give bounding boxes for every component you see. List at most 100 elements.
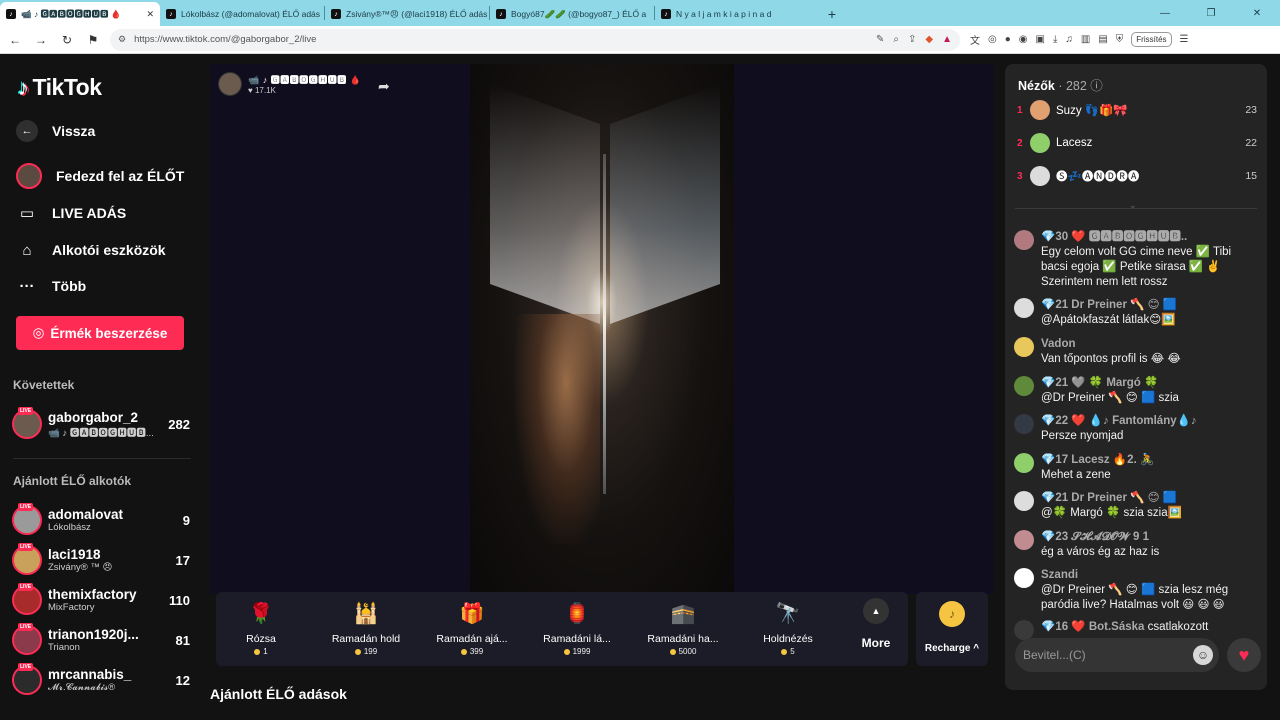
avatar[interactable]	[1014, 453, 1034, 473]
host-info[interactable]: 📹 ♪ 🅶🅰🅱🅾🅶🅷🆄🅱 🩸 ♥ 17.1K	[218, 72, 361, 96]
creator-name: gaborgabor_2	[48, 409, 139, 425]
chat-input[interactable]: Bevitel...(C) ☺	[1015, 638, 1219, 672]
chat-username[interactable]: 💎21 Dr Preiner 🪓 😊 🟦	[1041, 491, 1250, 506]
recommended-creator[interactable]: LIVE mrcannabis_ 𝓜𝓻.𝓒𝓪𝓷𝓷𝓪𝓫𝓲𝓼® 12	[12, 663, 190, 696]
avatar[interactable]	[1014, 568, 1034, 588]
avatar[interactable]	[1014, 230, 1034, 250]
rewards-icon[interactable]: ▲	[942, 34, 952, 45]
chat-username[interactable]: 💎16 ❤️ Bot.Sáska	[1041, 621, 1144, 633]
translate-icon[interactable]: 文	[970, 32, 980, 47]
extensions-row: 文 ◎ ● ◉ ▣ ⤓ ♫ ▥ ▤ ⛨ Frissítés ☰	[970, 32, 1189, 47]
live-stream-player[interactable]: 📹 ♪ 🅶🅰🅱🅾🅶🅷🆄🅱 🩸 ♥ 17.1K ➦	[210, 64, 994, 594]
extension-icon[interactable]: ●	[1005, 34, 1011, 45]
share-page-icon[interactable]: ⇪	[908, 34, 916, 45]
browser-tab[interactable]: ♪ Zsivány®™😠 (@laci1918) ÉLŐ adás	[325, 2, 489, 26]
top-viewer-row[interactable]: 2 Lacesz 22	[1017, 131, 1257, 155]
avatar[interactable]	[1014, 298, 1034, 318]
chat-username[interactable]: 💎30 ❤️ 🅶🅰🅱🅾🅶🅷🆄🅱..	[1041, 230, 1250, 245]
browser-tab[interactable]: ♪ N y a l j a m k i a p i n a d	[655, 2, 819, 26]
browser-tab[interactable]: ♪ Bogyó87🥒🥒 (@bogyo87_) ÉLŐ a	[490, 2, 654, 26]
reader-mode-icon[interactable]: ✎	[876, 34, 884, 45]
chat-text: @Dr Preiner 🪓 😊 🟦 szia lesz még paródia …	[1041, 584, 1229, 611]
address-bar[interactable]: ⚙ https://www.tiktok.com/@gaborgabor_2/l…	[110, 28, 960, 51]
avatar[interactable]	[1014, 337, 1034, 357]
tab-label: Zsivány®™😠 (@laci1918) ÉLŐ adás	[346, 8, 488, 19]
gift-item[interactable]: 🕋 Ramadáni ha... 5000	[638, 598, 728, 657]
sidebar-toggle-icon[interactable]: ▥	[1081, 34, 1090, 45]
download-icon[interactable]: ⤓	[1053, 34, 1057, 45]
chat-username[interactable]: 💎21 Dr Preiner 🪓 😊 🟦	[1041, 298, 1250, 313]
followed-creator[interactable]: LIVE gaborgabor_2 📹 ♪ 🅶🅰🅱🅾🅶🅷🆄🅱... 282	[12, 407, 190, 440]
forward-nav-icon[interactable]: →	[30, 29, 52, 51]
emoji-icon[interactable]: ☺	[1193, 645, 1213, 665]
gift-price: 5000	[638, 647, 728, 656]
recommended-section-title: Ajánlott ÉLŐ alkotók	[13, 474, 132, 488]
extension-icon[interactable]: ◉	[1019, 34, 1028, 45]
help-icon[interactable]: ⓘ	[1090, 79, 1103, 93]
maximize-button[interactable]: ❐	[1188, 8, 1234, 19]
top-viewer-row[interactable]: 3 🅢💤🅐🅝🅓🅡🅐 15	[1017, 164, 1257, 188]
chat-username[interactable]: 💎21 🩶 🍀 Margó 🍀	[1041, 376, 1250, 391]
close-window-button[interactable]: ✕	[1234, 8, 1280, 19]
chevron-up-icon: ▲	[863, 598, 889, 624]
gift-item[interactable]: 🎁 Ramadán ajá... 399	[427, 598, 517, 657]
viewer-count: 12	[175, 672, 190, 688]
recommended-creator[interactable]: LIVE themixfactory MixFactory 110	[12, 583, 190, 616]
refresh-update-button[interactable]: Frissítés	[1131, 32, 1172, 47]
chat-username[interactable]: 💎17 Lacesz 🔥2. 🚴	[1041, 453, 1250, 468]
chat-username[interactable]: 💎22 ❤️ 💧♪ Fantomlány💧♪	[1041, 414, 1250, 429]
bookmark-icon[interactable]: ⚑	[82, 29, 104, 51]
get-coins-button[interactable]: ◎ Érmék beszerzése	[16, 316, 184, 350]
menu-icon[interactable]: ☰	[1180, 34, 1189, 45]
music-icon[interactable]: ♫	[1065, 34, 1073, 45]
sidebar-item-creator-tools[interactable]: ⌂ Alkotói eszközök	[16, 239, 165, 261]
sidebar-item-more[interactable]: ··· Több	[16, 275, 87, 297]
share-icon[interactable]: ➦	[378, 78, 390, 95]
back-link[interactable]: ← Vissza	[16, 120, 95, 142]
recommended-creator[interactable]: LIVE laci1918 Zsivány® ™ 😠 17	[12, 543, 190, 576]
sidebar-item-explore[interactable]: Fedezd fel az ÉLŐT	[16, 163, 184, 189]
video-camera-icon: ▭	[19, 205, 35, 222]
gift-item[interactable]: 🕌 Ramadán hold 199	[321, 598, 411, 657]
reload-icon[interactable]: ↻	[56, 29, 78, 51]
extension-icon[interactable]: ◎	[988, 34, 997, 45]
minimize-button[interactable]: —	[1142, 8, 1188, 19]
wallet-icon[interactable]: ▤	[1098, 34, 1107, 45]
chat-text: ég a város ég az haz is	[1041, 546, 1160, 558]
avatar[interactable]	[1014, 491, 1034, 511]
gift-item[interactable]: 🌹 Rózsa 1	[216, 598, 306, 657]
more-gifts-button[interactable]: ▲ More	[856, 598, 896, 650]
gift-item[interactable]: 🔭 Holdnézés 5	[743, 598, 833, 657]
top-viewer-row[interactable]: 1 Suzy 👣🎁🎀 23	[1017, 98, 1257, 122]
tab-close-icon[interactable]: ✕	[142, 9, 154, 20]
like-heart-button[interactable]: ♥	[1227, 638, 1261, 672]
chat-username[interactable]: Szandi	[1041, 568, 1250, 583]
browser-tab[interactable]: ♪ Lókolbász (@adomalovat) ÉLŐ adás	[160, 2, 324, 26]
window-controls: — ❐ ✕	[1142, 0, 1280, 26]
new-tab-button[interactable]: +	[819, 2, 845, 26]
viewers-header[interactable]: Nézők · 282 ⓘ	[1018, 75, 1103, 94]
recharge-button[interactable]: ♪ Recharge ^	[916, 592, 988, 666]
present-gift-icon: 🎁	[459, 602, 485, 625]
chat-username[interactable]: 💎23 𝓢𝓗𝓐𝓓𝓞𝓦 9 1	[1041, 530, 1250, 545]
chevron-down-icon[interactable]: ⌄	[1129, 200, 1137, 211]
creator-nickname: Zsivány® ™ 😠	[48, 562, 113, 573]
arrow-left-icon: ←	[16, 120, 38, 142]
site-info-icon[interactable]: ⚙	[118, 34, 126, 45]
zoom-icon[interactable]: ⌕	[893, 34, 899, 45]
recommended-creator[interactable]: LIVE trianon1920j... Trianon 81	[12, 623, 190, 656]
gift-item[interactable]: 🏮 Ramadáni lá... 1999	[532, 598, 622, 657]
avatar[interactable]	[1014, 530, 1034, 550]
vpn-icon[interactable]: ⛨	[1116, 34, 1124, 45]
avatar[interactable]	[1014, 414, 1034, 434]
back-nav-icon[interactable]: ←	[4, 29, 26, 51]
browser-tab-active[interactable]: ♪ 📹 ♪ 🅶🅰🅱🅾🅶🅷🆄🅱 🩸 ✕	[0, 2, 160, 26]
chat-username[interactable]: Vadon	[1041, 337, 1250, 352]
sidebar-item-live[interactable]: ▭ LIVE ADÁS	[16, 202, 126, 224]
avatar[interactable]	[1014, 376, 1034, 396]
extension-icon[interactable]: ▣	[1036, 34, 1045, 45]
recommended-creator[interactable]: LIVE adomalovat Lókolbász 9	[12, 503, 190, 536]
brave-shield-icon[interactable]: ◆	[925, 34, 933, 45]
tiktok-logo[interactable]: ♪ TikTok	[18, 74, 102, 101]
stream-video[interactable]	[470, 64, 734, 594]
